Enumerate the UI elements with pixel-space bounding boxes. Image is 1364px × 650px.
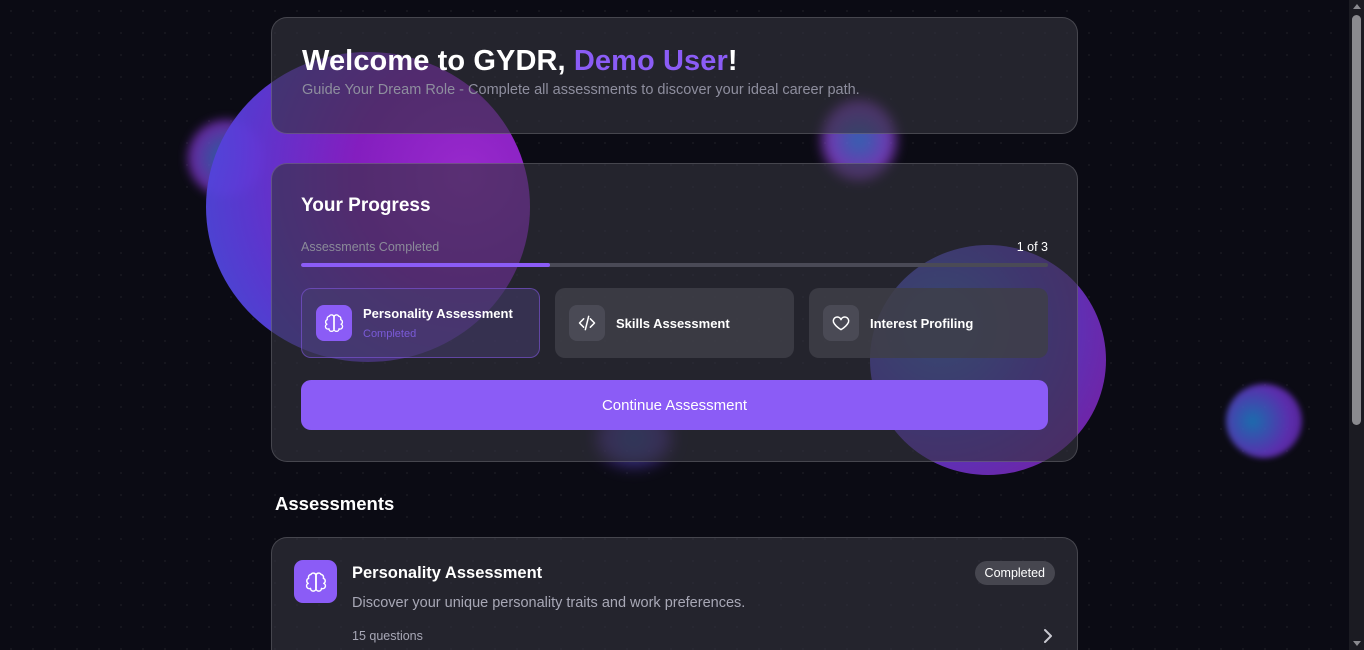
assessments-heading: Assessments bbox=[275, 493, 395, 514]
step-name: Personality Assessment bbox=[363, 306, 513, 321]
code-icon bbox=[569, 305, 605, 341]
chevron-right-icon[interactable] bbox=[1043, 628, 1053, 649]
progress-row: Assessments Completed 1 of 3 bbox=[301, 240, 1048, 254]
step-interest-profiling[interactable]: Interest Profiling bbox=[809, 288, 1048, 358]
status-badge: Completed bbox=[974, 561, 1055, 585]
progress-title: Your Progress bbox=[301, 195, 431, 216]
step-text: Personality Assessment Completed bbox=[363, 306, 513, 340]
user-name: Demo User bbox=[573, 45, 728, 77]
assessment-title: Personality Assessment bbox=[352, 564, 543, 582]
step-text: Interest Profiling bbox=[870, 316, 973, 331]
progress-count: 1 of 3 bbox=[1016, 240, 1048, 254]
brain-icon bbox=[316, 305, 352, 341]
decorative-orb bbox=[1226, 384, 1302, 458]
assessment-description: Discover your unique personality traits … bbox=[352, 595, 746, 611]
welcome-card: Welcome to GYDR, Demo User! Guide Your D… bbox=[271, 17, 1078, 134]
step-name: Interest Profiling bbox=[870, 315, 974, 331]
assessment-body: Personality Assessment Discover your uni… bbox=[352, 560, 975, 643]
assessment-row: Personality Assessment Discover your uni… bbox=[294, 560, 1055, 643]
assessment-question-count: 15 questions bbox=[352, 629, 423, 643]
welcome-greeting: Welcome to GYDR, bbox=[302, 45, 574, 77]
progress-label: Assessments Completed bbox=[301, 240, 440, 254]
step-status: Completed bbox=[363, 328, 417, 340]
scrollbar-thumb[interactable] bbox=[1352, 15, 1361, 425]
welcome-exclaim: ! bbox=[727, 45, 738, 77]
step-personality-assessment[interactable]: Personality Assessment Completed bbox=[301, 288, 540, 358]
heart-icon bbox=[823, 305, 859, 341]
step-name: Skills Assessment bbox=[616, 315, 730, 331]
progress-card: Your Progress Assessments Completed 1 of… bbox=[271, 163, 1078, 462]
brain-icon bbox=[294, 560, 337, 603]
continue-assessment-button[interactable]: Continue Assessment bbox=[301, 380, 1048, 430]
step-skills-assessment[interactable]: Skills Assessment bbox=[555, 288, 794, 358]
progress-bar-fill bbox=[301, 263, 550, 267]
welcome-heading: Welcome to GYDR, Demo User! bbox=[302, 43, 1047, 79]
scroll-down-arrow-icon[interactable] bbox=[1353, 641, 1361, 646]
scrollbar[interactable] bbox=[1349, 0, 1364, 650]
welcome-subtitle: Guide Your Dream Role - Complete all ass… bbox=[302, 82, 860, 98]
progress-steps: Personality Assessment Completed Skills … bbox=[301, 288, 1048, 358]
assessment-card-personality[interactable]: Personality Assessment Discover your uni… bbox=[271, 537, 1078, 650]
scroll-up-arrow-icon[interactable] bbox=[1353, 4, 1361, 9]
step-text: Skills Assessment bbox=[616, 316, 730, 331]
progress-bar bbox=[301, 263, 1048, 267]
